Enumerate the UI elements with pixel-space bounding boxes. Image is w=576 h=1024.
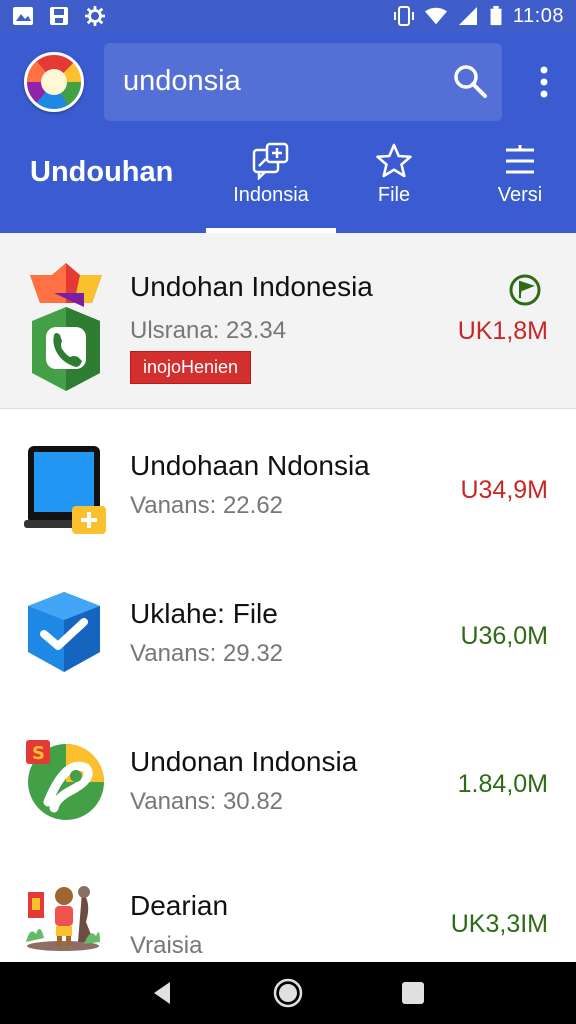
search-icon[interactable] [452, 63, 488, 99]
item-size: U36,0M [460, 622, 548, 650]
phone-app-icon [30, 263, 102, 391]
list-item[interactable]: Uklahe: File Vanans: 29.32 U36,0M [0, 558, 576, 706]
vibrate-icon [393, 6, 414, 26]
item-size: UK1,8M [457, 317, 548, 345]
settings-icon [85, 6, 105, 26]
app-logo[interactable] [24, 52, 84, 112]
tab-label: File [377, 184, 411, 206]
check-box-icon [28, 592, 100, 672]
flag-icon[interactable] [508, 273, 542, 307]
status-time: 11:08 [512, 4, 564, 27]
item-subtitle: Ulsrana: 23.34 [130, 317, 287, 344]
tablet-app-icon [24, 446, 106, 534]
navigation-bar [0, 962, 576, 1024]
home-icon[interactable] [271, 976, 305, 1010]
tab-label: Versi [497, 184, 543, 206]
svg-text:S: S [32, 743, 45, 764]
list-item[interactable]: S Undonan Indonsia Vanans: 30.82 1.84,0M [0, 706, 576, 854]
list-item[interactable]: Dearian Vraisia UK3,3IM [0, 854, 576, 962]
tab-indonsia[interactable]: Indonsia [206, 142, 336, 207]
item-subtitle: Vanans: 29.32 [130, 640, 284, 667]
people-app-icon [26, 886, 100, 951]
image-icon [13, 7, 33, 25]
section-title: Undouhan [30, 156, 174, 188]
recents-icon[interactable] [396, 976, 430, 1010]
app-bar: undonsia Undouhan Indonsia File Versi [0, 32, 576, 233]
more-options-icon[interactable] [530, 64, 558, 100]
list-item[interactable]: Undohaan Ndonsia Vanans: 22.62 U34,9M [0, 410, 576, 558]
item-title: Undohaan Ndonsia [130, 450, 370, 481]
battery-icon [490, 6, 502, 26]
item-subtitle: Vraisia [130, 932, 203, 959]
list-item[interactable]: Undohan Indonesia Ulsrana: 23.34 inojoHe… [0, 233, 576, 409]
item-title: Undohan Indonesia [130, 271, 373, 302]
back-icon[interactable] [146, 976, 180, 1010]
save-icon [50, 7, 68, 25]
wifi-icon [424, 7, 447, 25]
search-input[interactable]: undonsia [123, 65, 241, 98]
tab-file[interactable]: File [329, 142, 459, 207]
item-title: Uklahe: File [130, 598, 278, 629]
tab-versi[interactable]: Versi [455, 142, 576, 207]
chat-add-icon [252, 142, 289, 180]
item-subtitle: Vanans: 30.82 [130, 788, 284, 815]
logo-center [41, 69, 67, 95]
item-title: Undonan Indonsia [130, 746, 358, 777]
item-badge: inojoHenien [130, 351, 252, 384]
signal-icon [458, 7, 477, 25]
item-title: Dearian [130, 890, 229, 921]
item-subtitle: Vanans: 22.62 [130, 492, 284, 519]
star-icon [376, 143, 412, 178]
menu-icon [506, 145, 534, 174]
search-box[interactable]: undonsia [104, 43, 502, 121]
tab-label: Indonsia [233, 184, 309, 206]
item-size: UK3,3IM [450, 910, 548, 938]
item-size: U34,9M [460, 476, 548, 504]
status-bar: 11:08 [0, 0, 576, 32]
item-size: 1.84,0M [457, 770, 548, 798]
green-app-icon: S [26, 740, 104, 820]
